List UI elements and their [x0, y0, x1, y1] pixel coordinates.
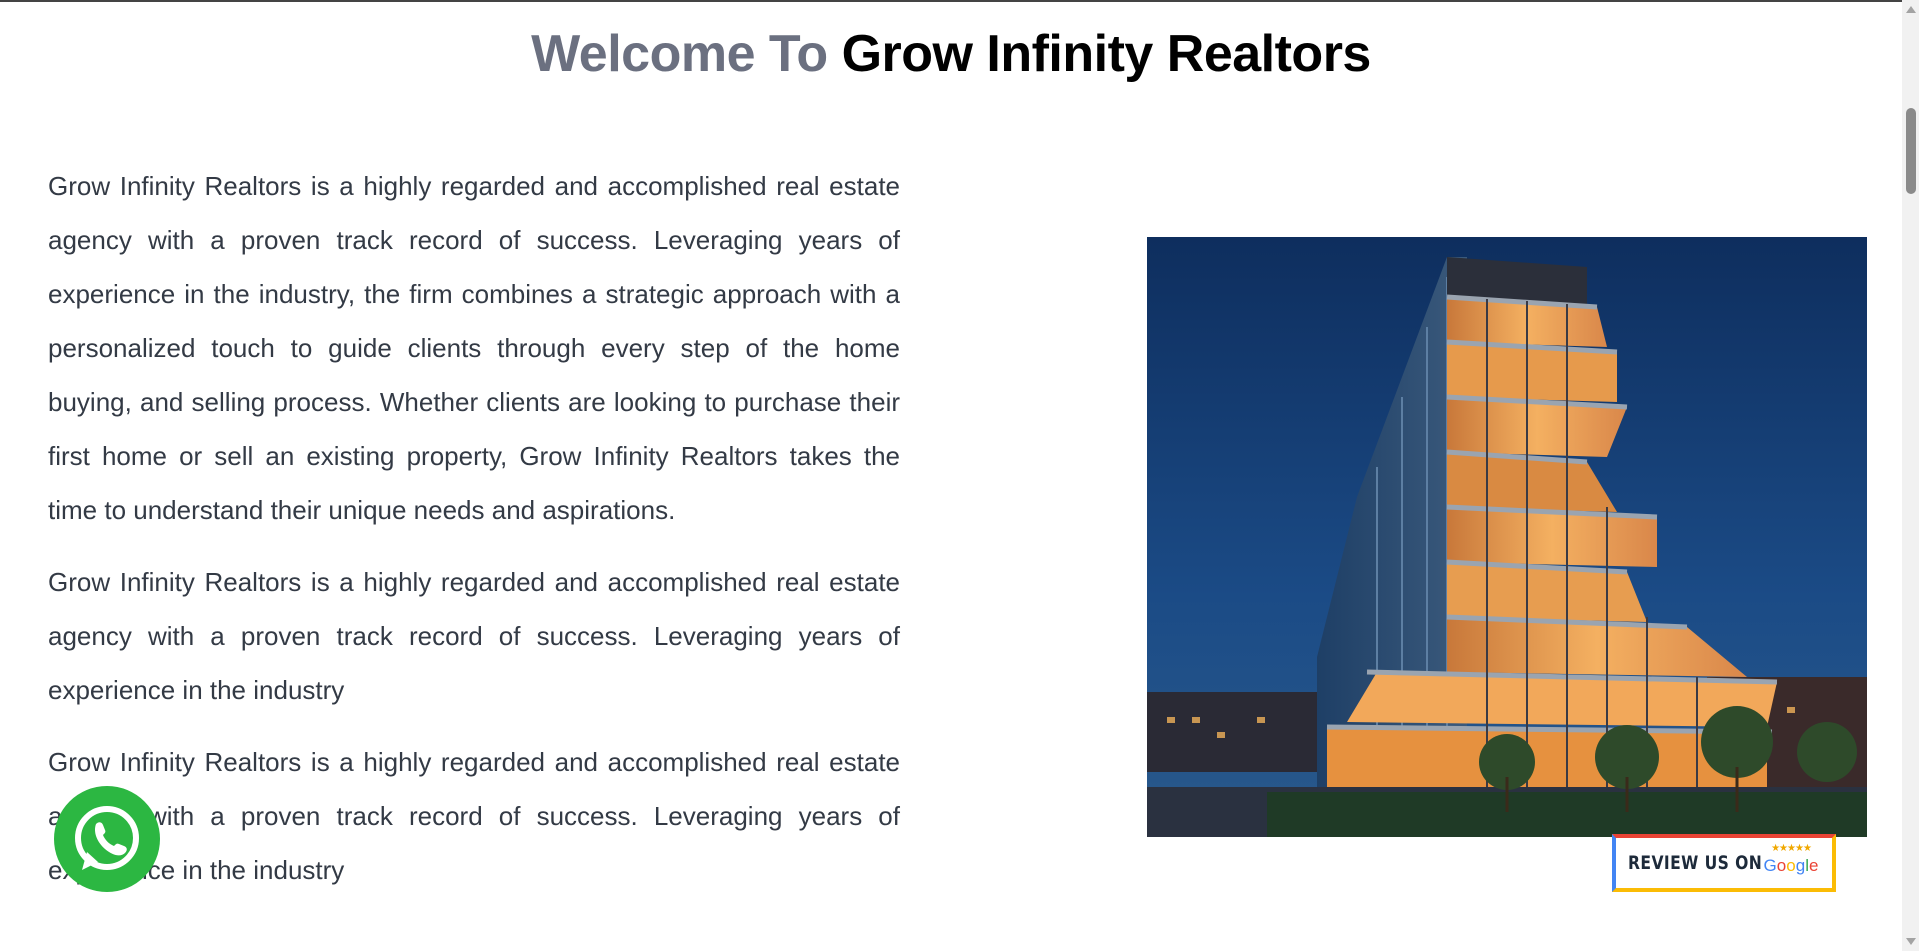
whatsapp-icon: [75, 806, 139, 870]
five-star-icon: ★★★★★: [1771, 843, 1812, 854]
google-logo: Google: [1763, 856, 1819, 875]
about-paragraph-3: Grow Infinity Realtors is a highly regar…: [48, 747, 900, 885]
review-badge-label: REVIEW US ON: [1628, 852, 1763, 874]
about-paragraph-1: Grow Infinity Realtors is a highly regar…: [48, 171, 900, 525]
page-viewport: Welcome To Grow Infinity Realtors Grow I…: [0, 0, 1902, 951]
review-us-on-google-badge[interactable]: REVIEW US ON ★★★★★ Google: [1612, 834, 1836, 892]
vertical-scrollbar[interactable]: [1902, 0, 1919, 951]
title-brand-part: Grow Infinity Realtors: [841, 25, 1372, 83]
about-text-column: Grow Infinity Realtors is a highly regar…: [48, 159, 900, 915]
scrollbar-thumb[interactable]: [1906, 108, 1916, 194]
page-title: Welcome To Grow Infinity Realtors: [0, 24, 1902, 84]
scroll-down-icon[interactable]: [1906, 938, 1916, 945]
title-welcome-part: Welcome To: [531, 25, 828, 83]
building-photo: [1147, 237, 1867, 837]
whatsapp-chat-button[interactable]: [54, 786, 160, 892]
scroll-up-icon[interactable]: [1906, 6, 1916, 13]
about-paragraph-2: Grow Infinity Realtors is a highly regar…: [48, 567, 900, 705]
google-rating-box: ★★★★★ Google: [1760, 842, 1822, 876]
